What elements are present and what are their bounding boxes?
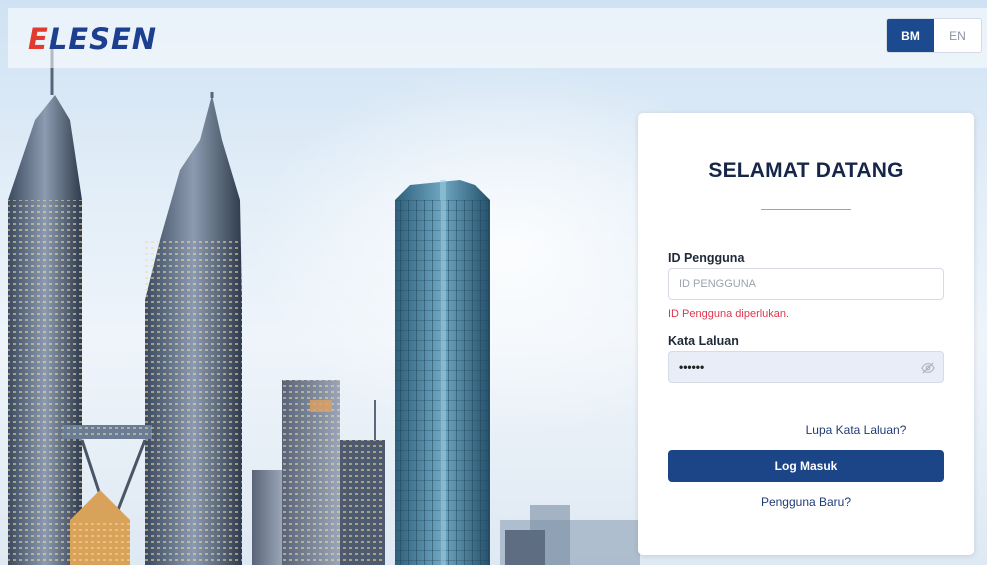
elesen-logo[interactable]: ELESEN (28, 22, 157, 56)
new-user-link[interactable]: Pengguna Baru? (638, 495, 974, 509)
eye-icon[interactable] (921, 361, 935, 375)
password-label: Kata Laluan (668, 334, 739, 348)
title-divider (761, 209, 851, 210)
user-id-error-message: ID Pengguna diperlukan. (668, 308, 790, 320)
password-input[interactable]: •••••• (668, 351, 944, 383)
login-button[interactable]: Log Masuk (668, 450, 944, 482)
user-id-label: ID Pengguna (668, 251, 745, 265)
login-card: SELAMAT DATANG ID Pengguna ID Pengguna d… (638, 113, 974, 555)
logo-letters-lesen: LESEN (48, 22, 158, 56)
user-id-input[interactable] (668, 268, 944, 300)
logo-letter-e: E (28, 22, 49, 56)
top-header-bar: ELESEN (8, 8, 987, 68)
welcome-title: SELAMAT DATANG (708, 159, 904, 182)
login-page: ELESEN BM EN SELAMAT DATANG ID Pengguna … (0, 0, 987, 565)
language-switcher: BM EN (886, 18, 982, 53)
forgot-password-link[interactable]: Lupa Kata Laluan? (638, 423, 974, 437)
password-masked-value: •••••• (679, 360, 705, 374)
lang-en-button[interactable]: EN (934, 19, 981, 52)
lang-bm-button[interactable]: BM (887, 19, 934, 52)
